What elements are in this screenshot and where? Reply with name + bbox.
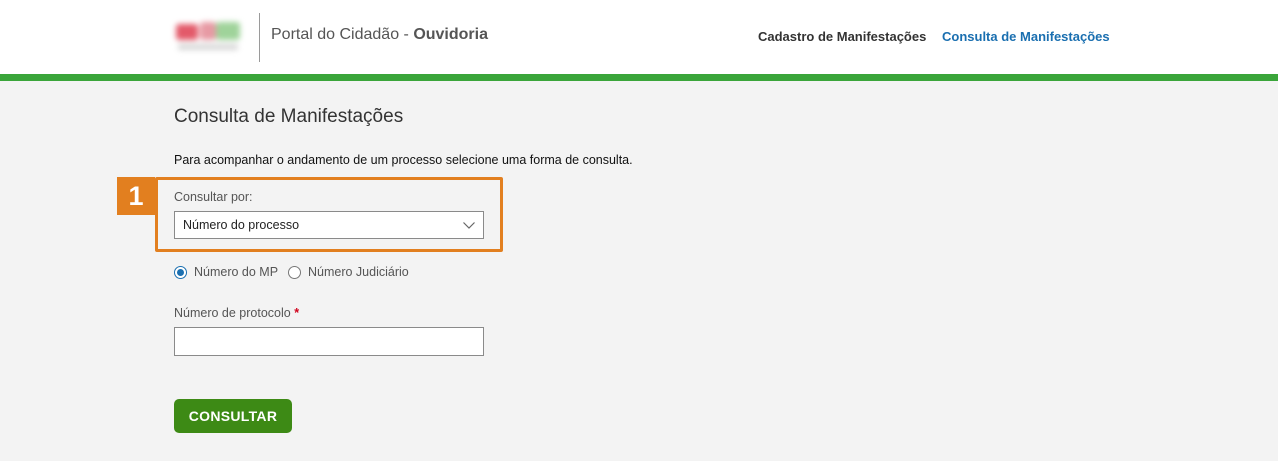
consultar-por-select[interactable]: Número do processo	[174, 211, 484, 239]
header-accent-bar	[0, 74, 1278, 81]
required-mark: *	[294, 306, 300, 320]
header-divider	[259, 13, 260, 62]
radio-numero-judiciario-label[interactable]: Número Judiciário	[308, 265, 409, 279]
consultar-por-label: Consultar por:	[174, 190, 253, 204]
portal-title-strong: Ouvidoria	[413, 26, 488, 43]
nav-consulta-manifestacoes[interactable]: Consulta de Manifestações	[942, 29, 1110, 44]
numero-protocolo-label: Número de protocolo *	[174, 306, 300, 320]
step-badge: 1	[117, 177, 155, 215]
portal-title: Portal do Cidadão - Ouvidoria	[271, 26, 488, 43]
instructions-text: Para acompanhar o andamento de um proces…	[174, 153, 633, 167]
consultar-por-selected-value: Número do processo	[183, 218, 300, 232]
numero-protocolo-input[interactable]	[174, 327, 484, 356]
consultar-button[interactable]: CONSULTAR	[174, 399, 292, 433]
nav-cadastro-manifestacoes[interactable]: Cadastro de Manifestações	[758, 29, 926, 44]
radio-numero-judiciario[interactable]	[288, 266, 301, 279]
chevron-down-icon	[463, 222, 475, 229]
agency-logo[interactable]	[172, 16, 244, 58]
page-title: Consulta de Manifestações	[174, 106, 404, 127]
site-header: Portal do Cidadão - Ouvidoria Cadastro d…	[0, 0, 1278, 74]
radio-numero-mp-label[interactable]: Número do MP	[194, 265, 278, 279]
radio-numero-mp[interactable]	[174, 266, 187, 279]
